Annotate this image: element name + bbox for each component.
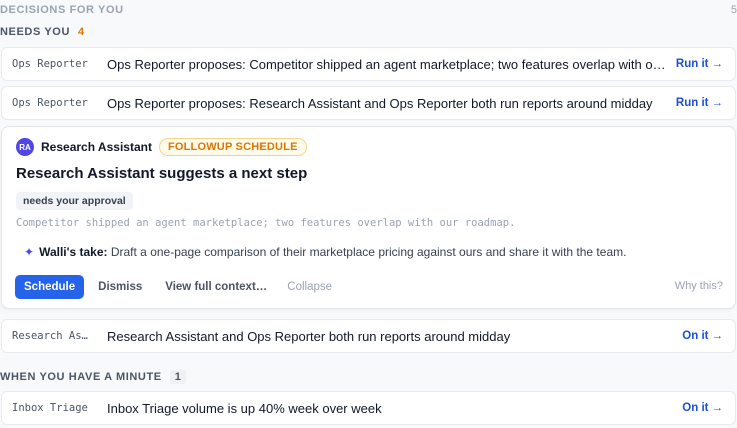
arrow-right-icon: → <box>711 58 724 70</box>
when-minute-header: WHEN YOU HAVE A MINUTE 1 <box>0 369 737 385</box>
when-minute-label: WHEN YOU HAVE A MINUTE <box>0 371 162 383</box>
row-source: Ops Reporter <box>12 97 88 109</box>
row-text: Ops Reporter proposes: Research Assistan… <box>107 95 653 111</box>
on-it-label: On it <box>682 402 709 414</box>
row-text: Ops Reporter proposes: Competitor shippe… <box>107 56 676 72</box>
needs-you-label: NEEDS YOU <box>0 26 70 38</box>
decision-row[interactable]: Ops Reporter Ops Reporter proposes: Comp… <box>1 47 736 81</box>
why-this-link[interactable]: Why this? <box>675 280 723 292</box>
view-context-button[interactable]: View full context… <box>165 281 267 293</box>
agent-name: Research Assistant <box>41 140 152 154</box>
decision-row[interactable]: Research As… Research Assistant and Ops … <box>1 319 736 353</box>
take-label: Walli's take: <box>39 245 108 259</box>
run-it-button[interactable]: Run it → <box>676 58 735 70</box>
on-it-button[interactable]: On it → <box>682 402 735 414</box>
arrow-right-icon: → <box>711 402 724 414</box>
walli-take: ✦ Walli's take: Draft a one-page comparis… <box>24 245 626 259</box>
when-minute-count: 1 <box>169 370 187 384</box>
decisions-count: 5 <box>730 4 737 16</box>
decisions-title: DECISIONS FOR YOU <box>0 4 124 16</box>
row-source: Ops Reporter <box>12 58 88 70</box>
needs-you-count: 4 <box>78 26 85 38</box>
followup-schedule-tag: FOLLOWUP SCHEDULE <box>158 138 307 156</box>
decisions-header: DECISIONS FOR YOU 5 <box>0 2 737 18</box>
card-actions: Schedule Dismiss View full context… Coll… <box>15 275 332 299</box>
row-source: Inbox Triage <box>12 402 88 414</box>
sparkle-icon: ✦ <box>24 245 35 259</box>
avatar: RA <box>16 138 34 156</box>
card-title: Research Assistant suggests a next step <box>16 165 308 182</box>
run-it-label: Run it <box>675 58 709 70</box>
take-text: Draft a one-page comparison of their mar… <box>110 245 627 259</box>
expanded-decision-card: RA Research Assistant FOLLOWUP SCHEDULE … <box>1 126 736 309</box>
row-text: Inbox Triage volume is up 40% week over … <box>107 400 382 416</box>
schedule-button[interactable]: Schedule <box>15 275 85 299</box>
approval-badge: needs your approval <box>16 192 133 210</box>
collapse-button[interactable]: Collapse <box>287 281 332 293</box>
on-it-button[interactable]: On it → <box>682 330 735 342</box>
decision-row[interactable]: Ops Reporter Ops Reporter proposes: Rese… <box>1 86 736 120</box>
run-it-label: Run it <box>675 97 709 109</box>
row-text: Research Assistant and Ops Reporter both… <box>107 328 511 344</box>
run-it-button[interactable]: Run it → <box>676 97 735 109</box>
dismiss-button[interactable]: Dismiss <box>98 281 142 293</box>
arrow-right-icon: → <box>711 97 724 109</box>
row-source: Research As… <box>12 330 88 342</box>
context-text: Competitor shipped an agent marketplace;… <box>16 217 516 229</box>
needs-you-header: NEEDS YOU 4 <box>0 24 737 40</box>
arrow-right-icon: → <box>711 330 724 342</box>
card-header: RA Research Assistant FOLLOWUP SCHEDULE <box>16 138 307 156</box>
decision-row[interactable]: Inbox Triage Inbox Triage volume is up 4… <box>1 391 736 425</box>
on-it-label: On it <box>682 330 709 342</box>
